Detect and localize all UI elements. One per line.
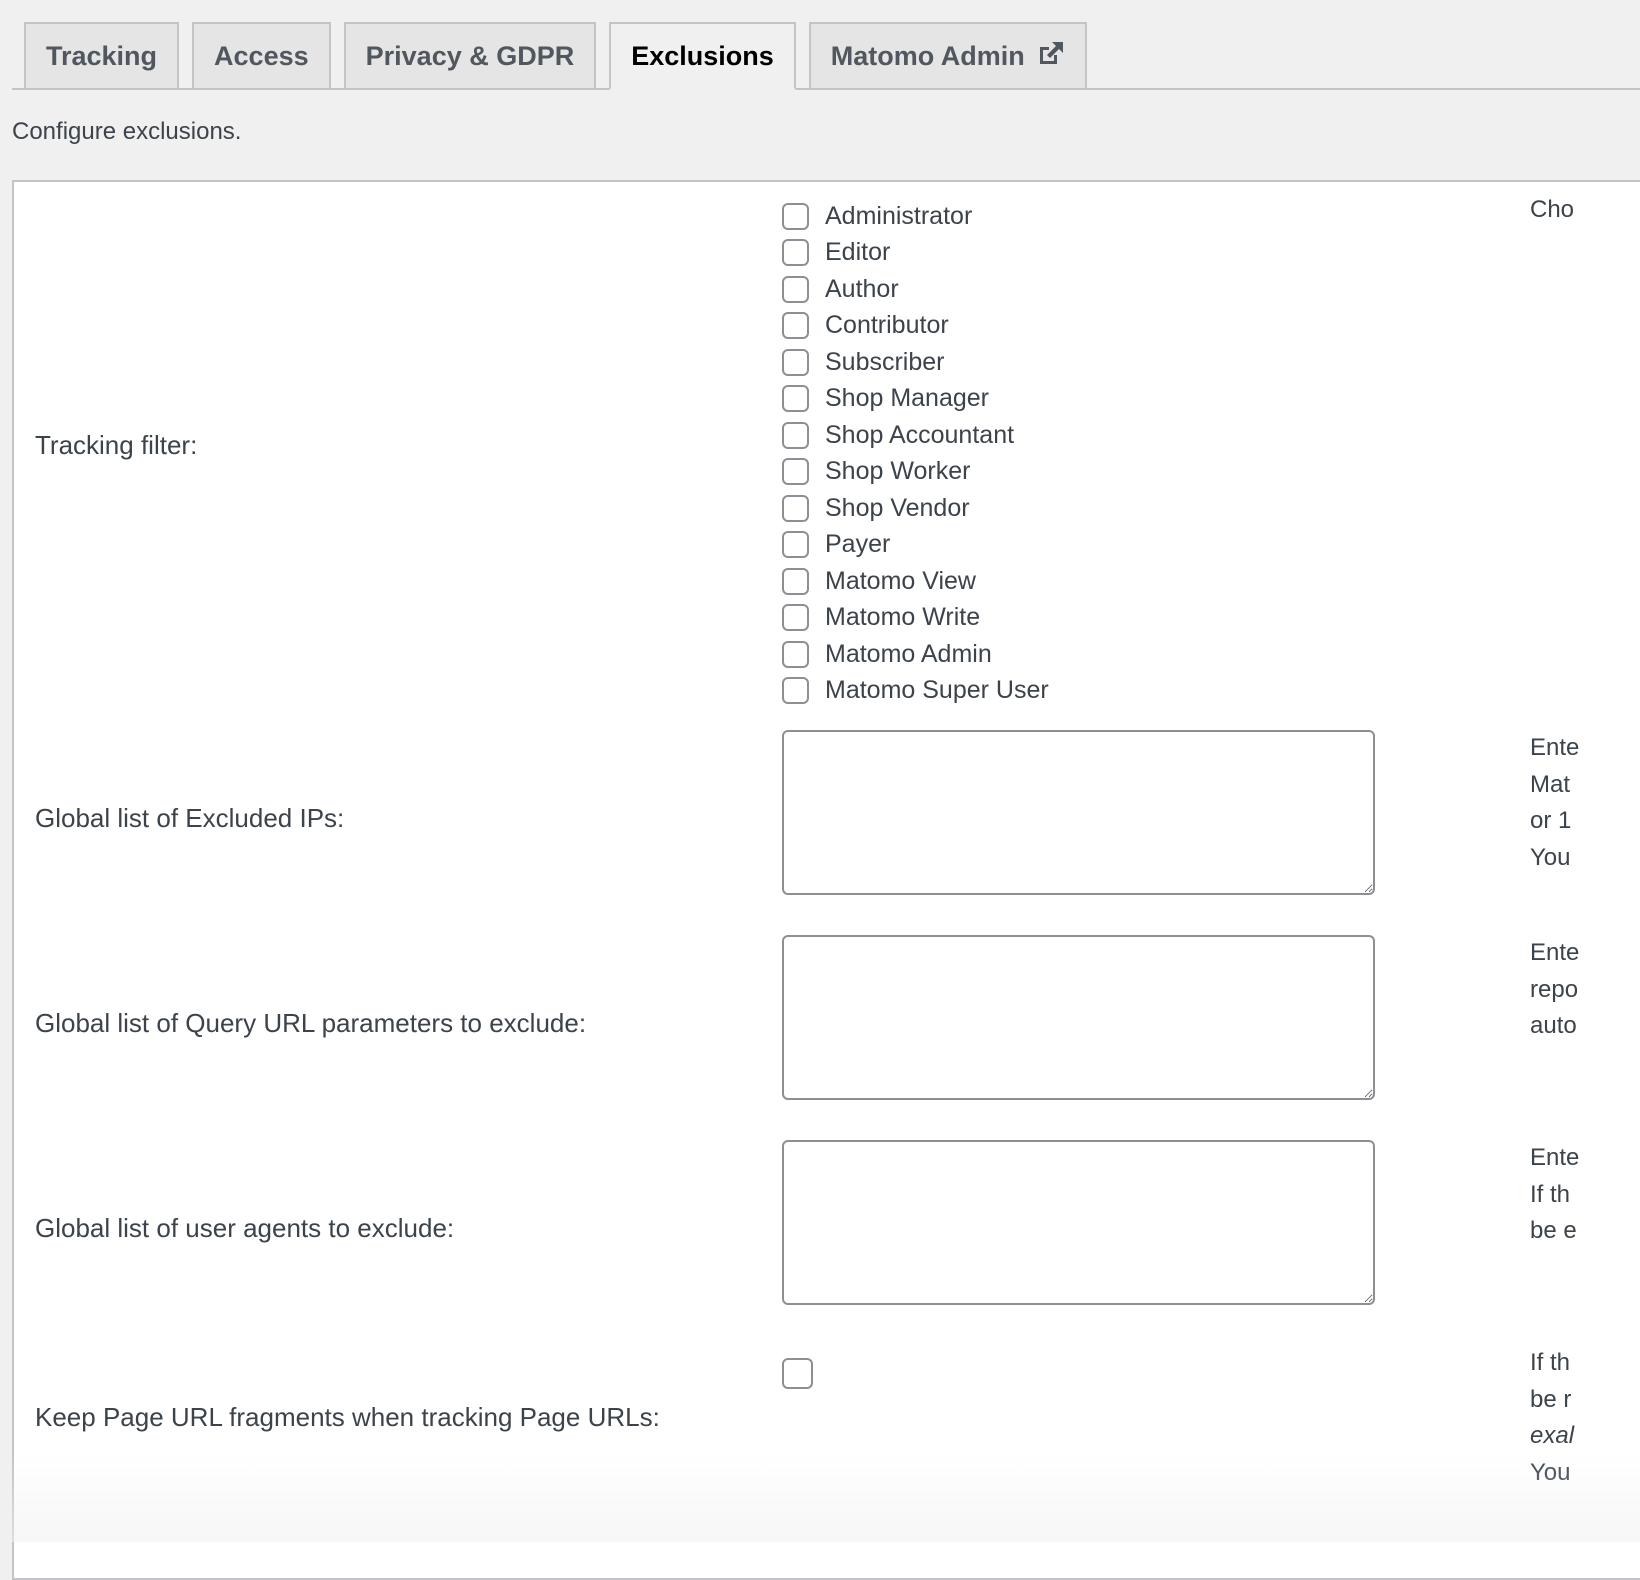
role-checkbox-matomo-write[interactable]: Matomo Write	[782, 600, 1049, 637]
checkbox[interactable]	[782, 677, 809, 705]
checkbox[interactable]	[782, 604, 809, 632]
tab-label: Tracking	[46, 40, 158, 71]
description-line: If th	[1530, 1349, 1571, 1376]
checkbox-label: Matomo Super User	[825, 676, 1049, 705]
checkbox[interactable]	[782, 275, 809, 303]
tracking-filter-label: Tracking filter:	[35, 430, 198, 460]
checkbox-label: Subscriber	[825, 347, 945, 376]
checkbox[interactable]	[782, 531, 809, 559]
checkbox-label: Contributor	[825, 311, 949, 340]
description-line: Ente	[1530, 734, 1580, 761]
description-line: be r	[1530, 1385, 1572, 1413]
excluded-params-label: Global list of Query URL parameters to e…	[35, 1008, 587, 1038]
role-checkbox-shop-worker[interactable]: Shop Worker	[782, 454, 1049, 491]
role-checkbox-author[interactable]: Author	[782, 271, 1049, 308]
tab-privacy-gdpr[interactable]: Privacy & GDPR	[343, 22, 597, 90]
checkbox[interactable]	[782, 567, 809, 595]
role-checkbox-subscriber[interactable]: Subscriber	[782, 344, 1049, 381]
role-checkbox-shop-vendor[interactable]: Shop Vendor	[782, 490, 1049, 527]
keep-fragments-description: If th be r exal You	[1530, 1345, 1574, 1491]
checkbox[interactable]	[782, 458, 809, 486]
tab-label: Matomo Admin	[830, 40, 1025, 71]
checkbox[interactable]	[782, 239, 809, 267]
tab-label: Access	[214, 40, 309, 71]
keep-fragments-checkbox[interactable]	[782, 1358, 813, 1389]
description-line: be e	[1530, 1217, 1577, 1244]
tab-label: Privacy & GDPR	[365, 40, 575, 71]
checkbox-label: Matomo Write	[825, 603, 981, 632]
description-line: exal	[1530, 1422, 1575, 1449]
description-line: or 1	[1530, 807, 1572, 834]
checkbox[interactable]	[782, 348, 809, 376]
description-line: You	[1530, 843, 1571, 871]
role-checkbox-shop-manager[interactable]: Shop Manager	[782, 381, 1049, 418]
role-checkbox-editor[interactable]: Editor	[782, 235, 1049, 272]
role-checkbox-matomo-view[interactable]: Matomo View	[782, 563, 1049, 600]
checkbox[interactable]	[782, 494, 809, 522]
description-line: Ente	[1530, 939, 1580, 966]
excluded-ips-description: Ente Mat or 1 You	[1530, 730, 1579, 876]
excluded-useragents-textarea[interactable]	[782, 1140, 1375, 1305]
tab-access[interactable]: Access	[192, 22, 331, 90]
description-line: Ente	[1530, 1144, 1580, 1171]
excluded-ips-label: Global list of Excluded IPs:	[35, 803, 345, 833]
checkbox-label: Administrator	[825, 201, 973, 230]
tab-tracking[interactable]: Tracking	[24, 22, 180, 90]
tracking-filter-description: Cho	[1530, 196, 1575, 223]
checkbox-label: Payer	[825, 530, 891, 559]
checkbox-label: Shop Manager	[825, 384, 990, 413]
role-checkbox-contributor[interactable]: Contributor	[782, 308, 1049, 345]
settings-tabs: Tracking Access Privacy & GDPR Exclusion…	[12, 18, 1640, 90]
checkbox-label: Matomo Admin	[825, 639, 992, 668]
role-checkbox-administrator[interactable]: Administrator	[782, 198, 1049, 235]
checkbox-label: Author	[825, 274, 899, 303]
checkbox-label: Shop Worker	[825, 457, 971, 486]
role-checkbox-payer[interactable]: Payer	[782, 527, 1049, 564]
tab-exclusions[interactable]: Exclusions	[609, 22, 796, 90]
description-line: If th	[1530, 1180, 1571, 1208]
external-link-icon	[1037, 39, 1065, 67]
role-checkbox-matomo-super-user[interactable]: Matomo Super User	[782, 673, 1049, 710]
intro-text: Configure exclusions.	[12, 118, 242, 145]
excluded-params-description: Ente repo auto	[1530, 935, 1579, 1045]
excluded-params-textarea[interactable]	[782, 935, 1375, 1100]
checkbox[interactable]	[782, 385, 809, 413]
checkbox-label: Shop Vendor	[825, 493, 970, 522]
role-checkbox-matomo-admin[interactable]: Matomo Admin	[782, 636, 1049, 673]
tab-matomo-admin[interactable]: Matomo Admin	[808, 22, 1087, 90]
description-line: Mat	[1530, 770, 1571, 798]
checkbox-label: Shop Accountant	[825, 420, 1015, 449]
role-checkbox-shop-accountant[interactable]: Shop Accountant	[782, 417, 1049, 454]
description-line: repo	[1530, 975, 1579, 1003]
excluded-useragents-description: Ente If th be e	[1530, 1140, 1579, 1250]
checkbox-label: Matomo View	[825, 566, 976, 595]
checkbox[interactable]	[782, 421, 809, 449]
description-line: You	[1530, 1458, 1571, 1486]
description-line: auto	[1530, 1012, 1577, 1039]
keep-fragments-label: Keep Page URL fragments when tracking Pa…	[35, 1402, 660, 1432]
checkbox[interactable]	[782, 640, 809, 668]
exclusions-form: Tracking filter: Administrator Editor Au…	[12, 180, 1640, 1580]
checkbox[interactable]	[782, 202, 809, 230]
excluded-useragents-label: Global list of user agents to exclude:	[35, 1213, 455, 1243]
tab-label: Exclusions	[631, 40, 774, 71]
checkbox[interactable]	[782, 312, 809, 340]
excluded-ips-textarea[interactable]	[782, 730, 1375, 895]
checkbox-label: Editor	[825, 238, 891, 267]
role-checkbox-list: Administrator Editor Author Contributor …	[782, 198, 1049, 709]
